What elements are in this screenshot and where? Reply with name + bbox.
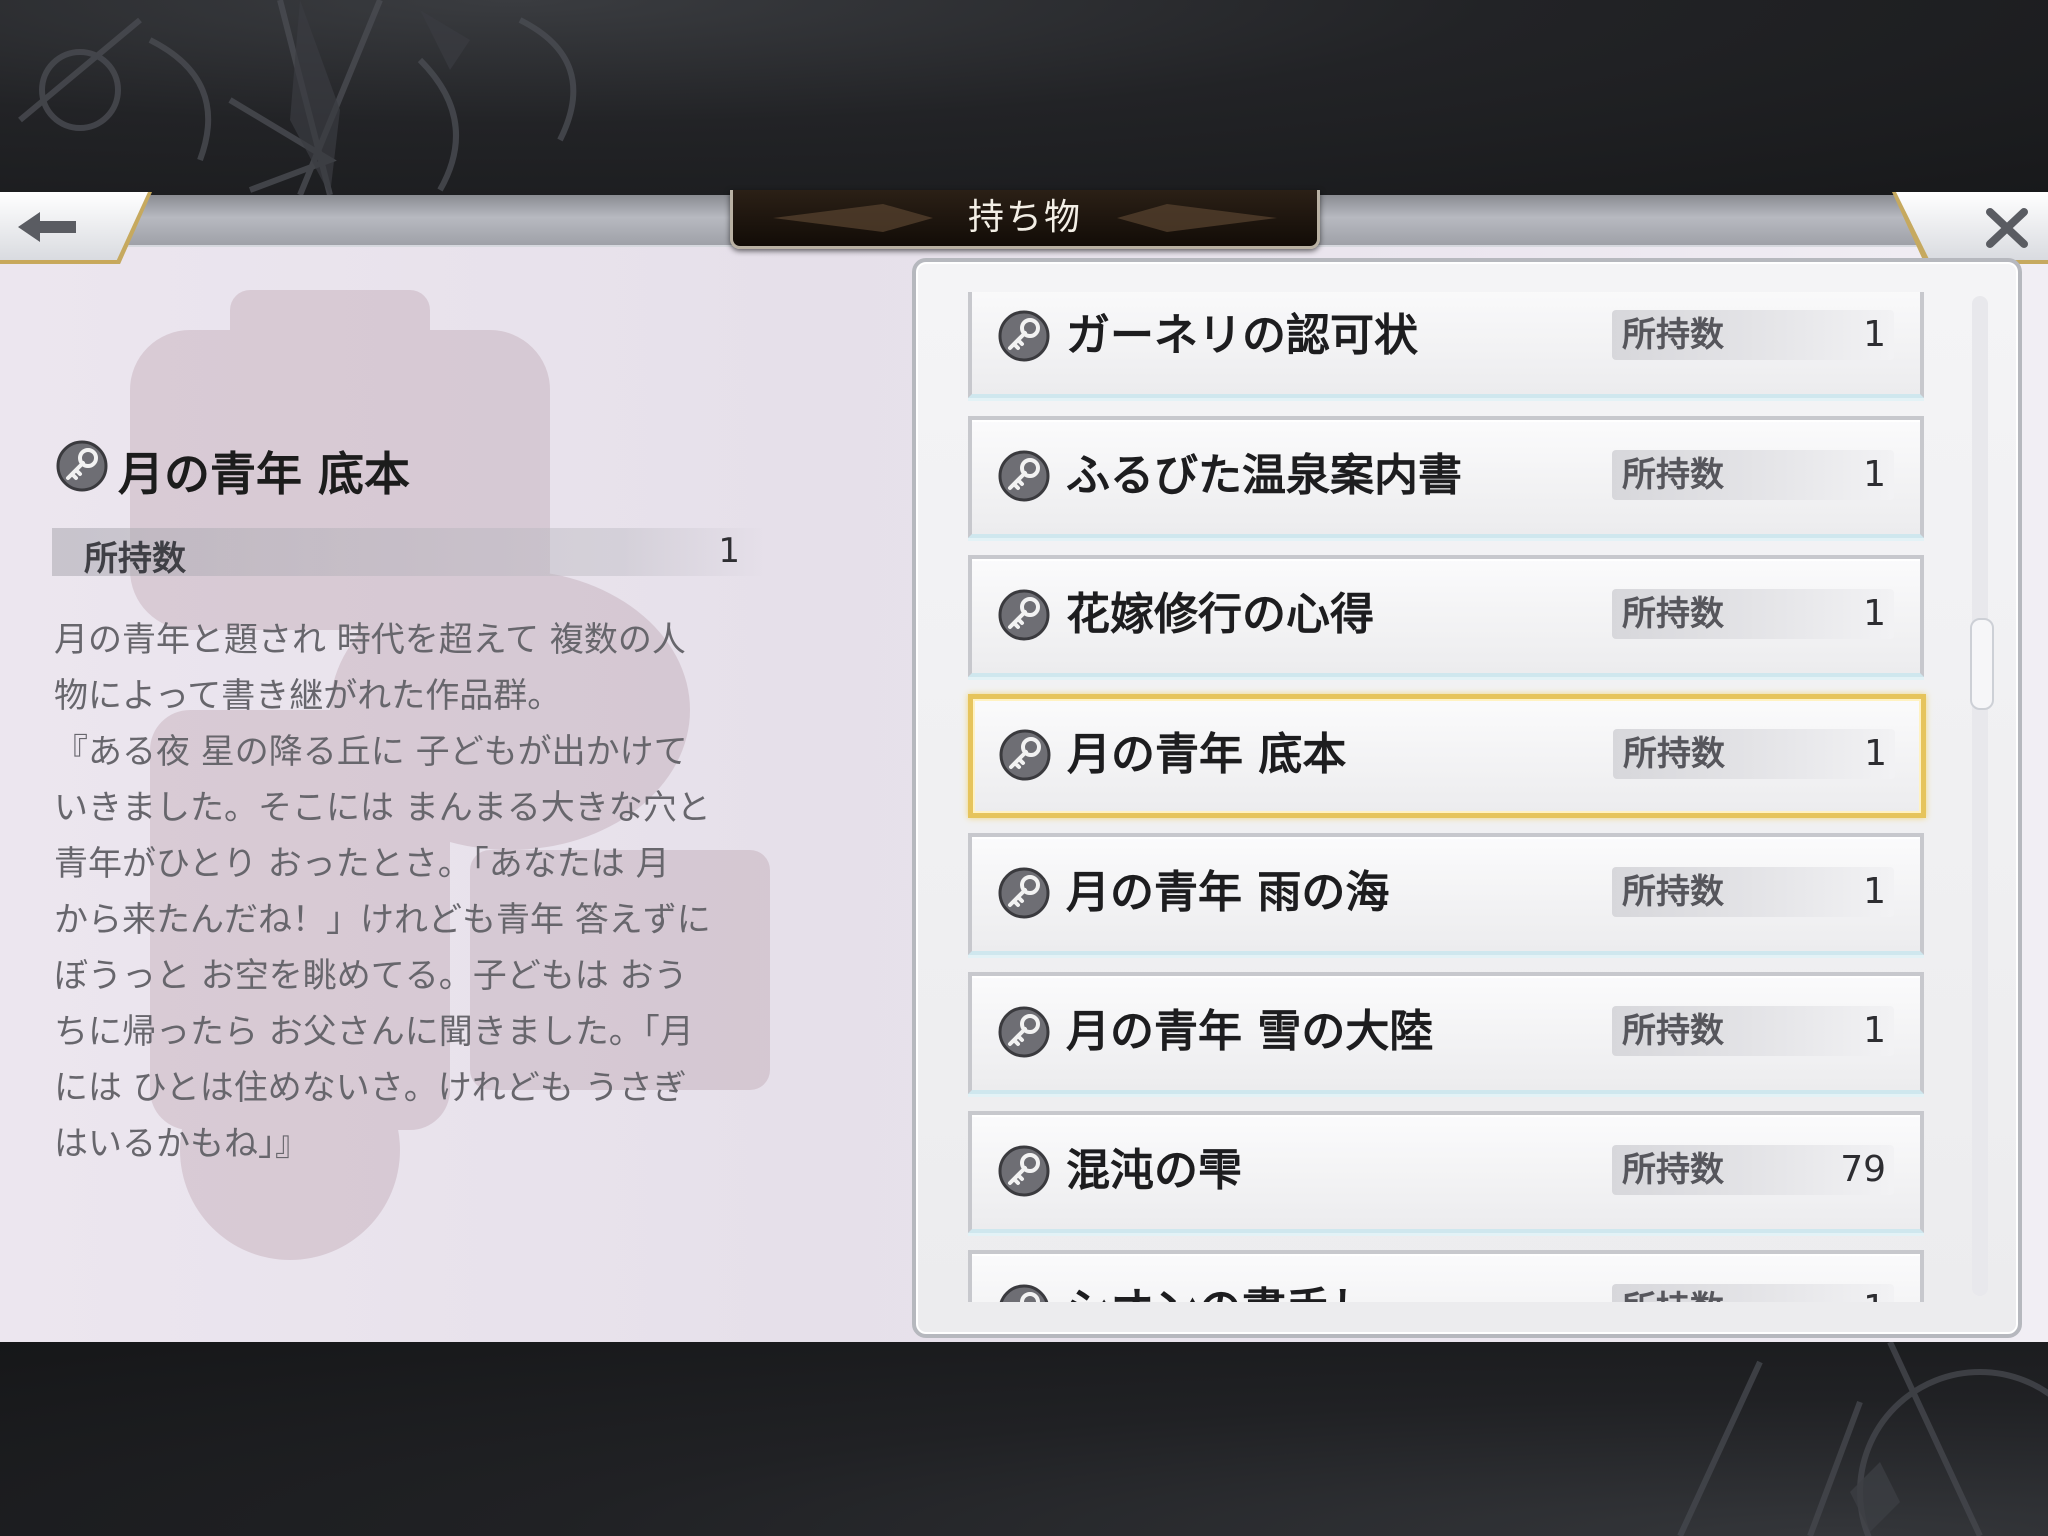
item-name: ふるびた温泉案内書 bbox=[1066, 450, 1462, 501]
item-name: シオンの書手し bbox=[1066, 1276, 1374, 1302]
clock-ornament-bottom bbox=[1677, 1342, 2048, 1536]
item-count-label: 所持数 bbox=[1622, 315, 1724, 355]
item-count-label: 所持数 bbox=[1622, 594, 1724, 634]
item-name: 花嫁修行の心得 bbox=[1066, 589, 1374, 640]
item-count-label: 所持数 bbox=[1622, 455, 1724, 495]
item-count-value: 79 bbox=[1840, 1149, 1886, 1190]
item-count-value: 1 bbox=[1863, 593, 1886, 634]
description-line: 月の青年と題され 時代を超えて 複数の人 bbox=[54, 620, 686, 660]
detail-item-name: 月の青年 底本 bbox=[118, 447, 411, 501]
close-icon bbox=[1986, 208, 2028, 248]
detail-count-label: 所持数 bbox=[84, 539, 186, 579]
item-name: 月の青年 雨の海 bbox=[1066, 867, 1390, 918]
item-count-value: 1 bbox=[1863, 1010, 1886, 1051]
description-line: はいるかもね」』 bbox=[54, 1124, 309, 1164]
list-item[interactable]: ふるびた温泉案内書 所持数 1 bbox=[968, 416, 1924, 538]
key-item-icon bbox=[999, 1284, 1049, 1302]
item-count-value: 1 bbox=[1863, 871, 1886, 912]
item-count-label: 所持数 bbox=[1622, 1284, 1724, 1302]
list-item[interactable]: シオンの書手し 所持数 1 bbox=[968, 1250, 1924, 1302]
detail-count-value: 1 bbox=[718, 531, 740, 571]
key-item-icon bbox=[998, 450, 1050, 502]
item-name: 月の青年 雪の大陸 bbox=[1066, 1006, 1434, 1057]
key-item-icon bbox=[998, 310, 1050, 362]
description-line: 物によって書き継がれた作品群。 bbox=[54, 676, 562, 716]
item-count-value: 1 bbox=[1863, 454, 1886, 495]
item-name: 混沌の雫 bbox=[1066, 1145, 1242, 1196]
key-item-icon bbox=[998, 867, 1050, 919]
arrow-left-icon bbox=[18, 212, 76, 242]
key-item-icon bbox=[56, 440, 108, 492]
description-line: には ひとは住めないさ。けれども うさぎ bbox=[54, 1068, 687, 1108]
item-name: ガーネリの認可状 bbox=[1066, 310, 1418, 361]
item-count-label: 所持数 bbox=[1622, 1150, 1724, 1190]
list-item[interactable]: 月の青年 底本 所持数 1 bbox=[968, 694, 1926, 818]
key-item-icon bbox=[998, 1145, 1050, 1197]
scrollbar[interactable] bbox=[1972, 296, 1988, 1296]
item-count-value: 1 bbox=[1864, 733, 1887, 774]
item-list[interactable]: ガーネリの認可状 所持数 1 ふるびた温泉案内書 所持数 1 花嫁修行の心得 所… bbox=[958, 292, 1958, 1302]
list-item[interactable]: 月の青年 雨の海 所持数 1 bbox=[968, 833, 1924, 955]
key-item-icon bbox=[999, 729, 1051, 781]
item-count-label: 所持数 bbox=[1623, 734, 1725, 774]
description-line: から来たんだね！」けれども青年 答えずに bbox=[54, 900, 711, 940]
key-item-icon bbox=[998, 1006, 1050, 1058]
list-item[interactable]: 花嫁修行の心得 所持数 1 bbox=[968, 555, 1924, 677]
item-count-label: 所持数 bbox=[1622, 872, 1724, 912]
detail-description: 月の青年と題され 時代を超えて 複数の人 物によって書き継がれた作品群。 『ある… bbox=[54, 612, 794, 1172]
description-line: ぼうっと お空を眺めてる。子どもは おう bbox=[54, 956, 688, 996]
description-line: 青年がひとり おったとさ。「あなたは 月 bbox=[54, 844, 670, 884]
title-plate: 持ち物 bbox=[730, 190, 1320, 249]
description-line: 『ある夜 星の降る丘に 子どもが出かけて bbox=[54, 732, 688, 772]
key-item-icon bbox=[998, 589, 1050, 641]
clock-ornament-top bbox=[18, 0, 577, 195]
item-count-label: 所持数 bbox=[1622, 1011, 1724, 1051]
item-name: 月の青年 底本 bbox=[1067, 729, 1347, 780]
page-title: 持ち物 bbox=[967, 197, 1082, 238]
description-line: ちに帰ったら お父さんに聞きました。「月 bbox=[54, 1012, 694, 1052]
description-line: いきました。そこには まんまる大きな穴と bbox=[54, 788, 711, 828]
list-item[interactable]: 混沌の雫 所持数 79 bbox=[968, 1111, 1924, 1233]
list-item[interactable]: 月の青年 雪の大陸 所持数 1 bbox=[968, 972, 1924, 1094]
item-count-value: 1 bbox=[1792, 1284, 1886, 1302]
scrollbar-thumb[interactable] bbox=[1970, 618, 1994, 710]
item-count-value: 1 bbox=[1863, 314, 1886, 355]
list-item[interactable]: ガーネリの認可状 所持数 1 bbox=[968, 292, 1924, 398]
